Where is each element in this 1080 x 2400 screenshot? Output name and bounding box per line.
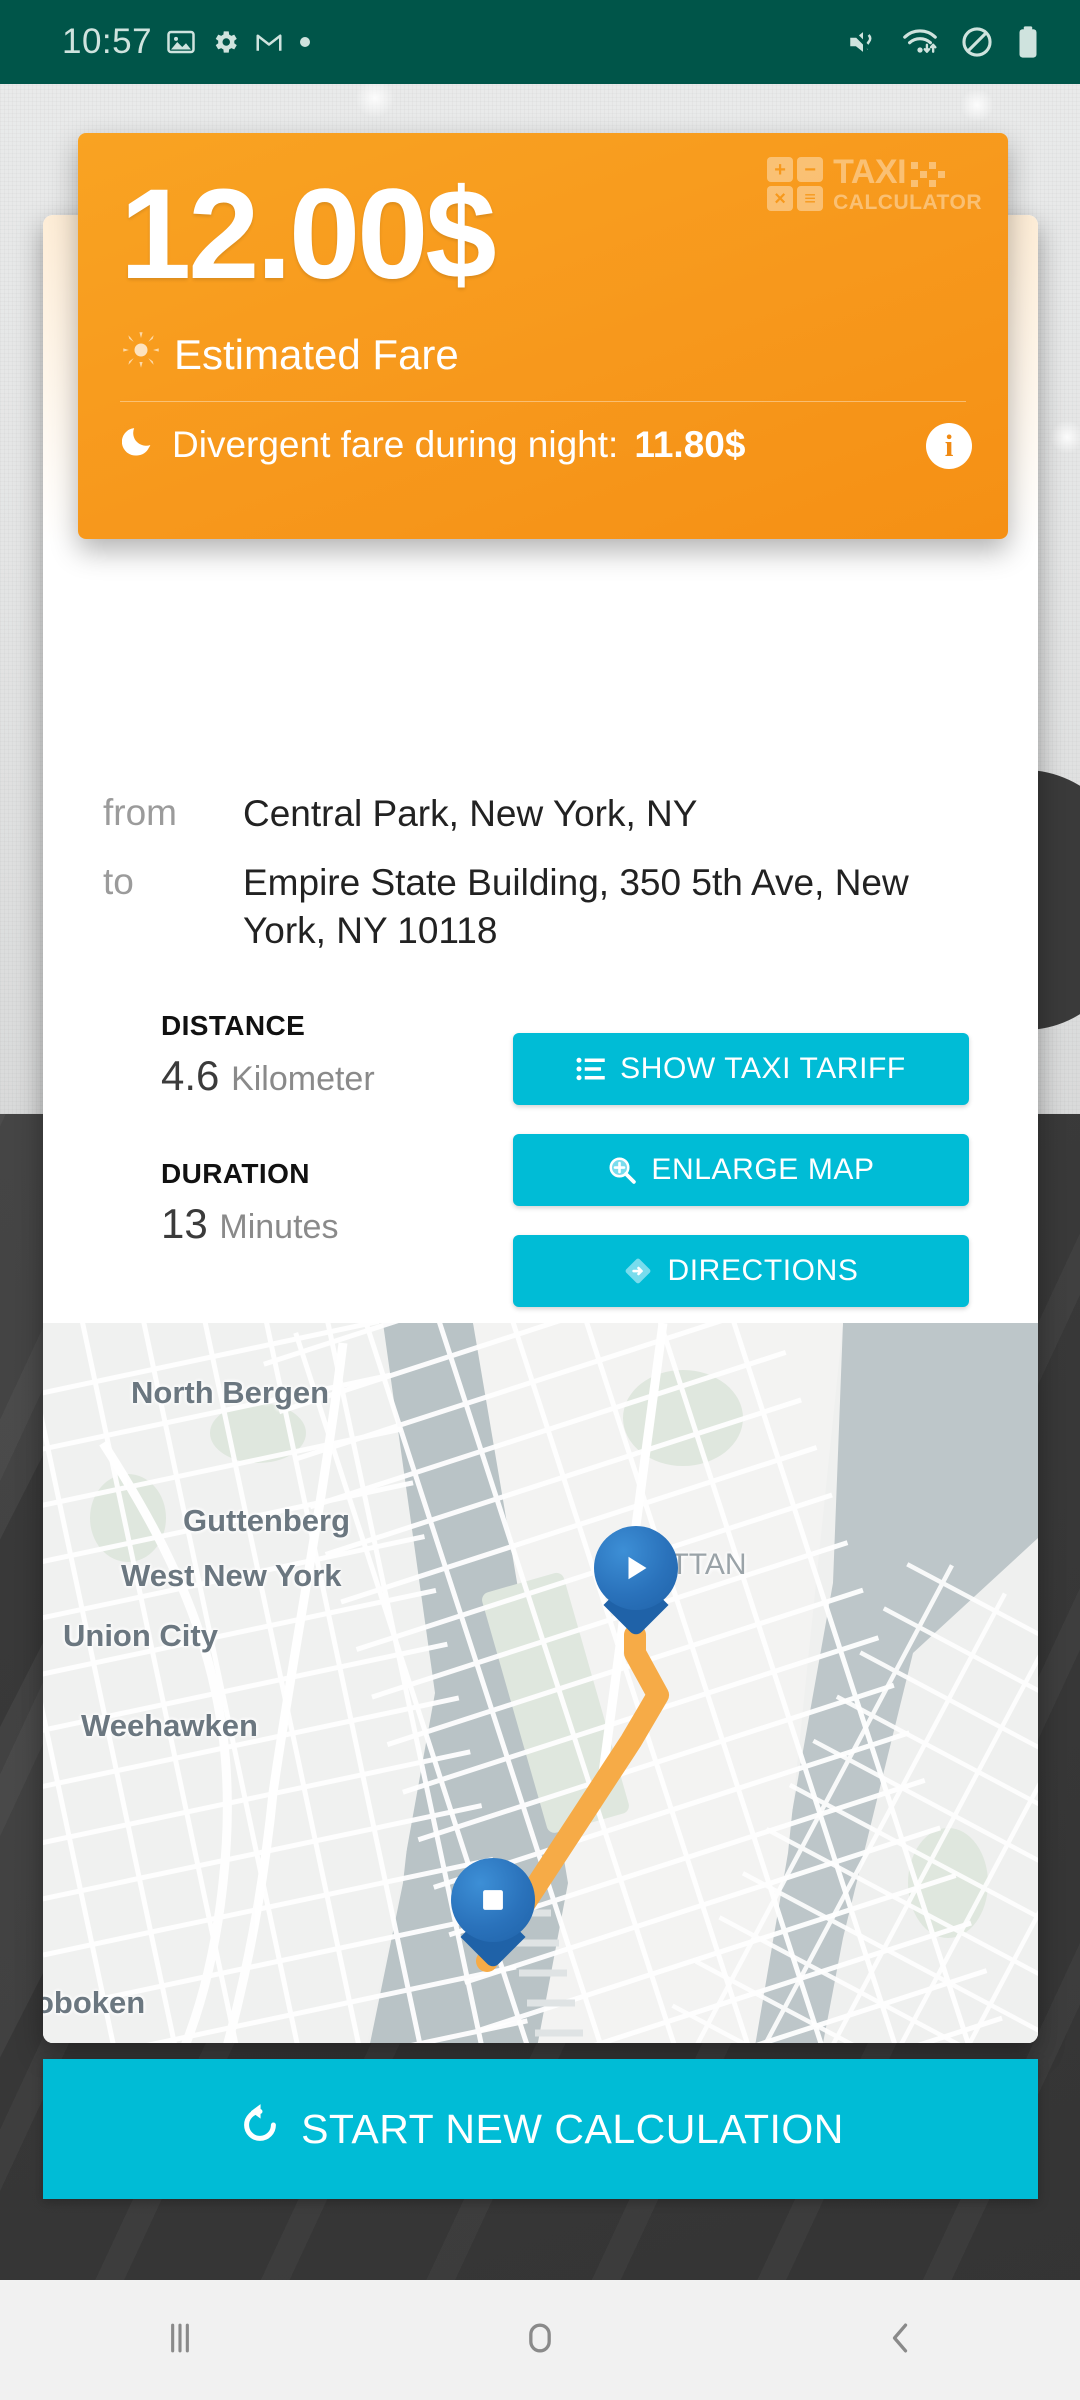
logo-line-1-row: TAXI xyxy=(833,155,982,189)
recents-icon xyxy=(158,2316,202,2365)
map-label: Union City xyxy=(63,1618,218,1653)
distance-value-row: 4.6 Kilometer xyxy=(161,1052,561,1100)
battery-icon xyxy=(1016,25,1040,59)
status-bar: 10:57 xyxy=(0,0,1080,84)
map-label: North Bergen xyxy=(131,1375,330,1410)
status-bar-left: 10:57 xyxy=(62,22,312,62)
logo-wordmark: TAXI CALCULATOR xyxy=(833,155,982,213)
logo-key: × xyxy=(767,186,794,211)
play-marker-icon xyxy=(594,1526,678,1610)
night-fare-amount: 11.80$ xyxy=(634,423,746,465)
android-nav-bar xyxy=(0,2280,1080,2400)
action-button-column: SHOW TAXI TARIFF ENLARGE MAP DIRECTIONS xyxy=(513,1033,969,1336)
fare-amount: 12.00$ xyxy=(120,163,496,306)
from-label: from xyxy=(103,792,177,833)
do-not-disturb-icon xyxy=(960,25,994,59)
start-marker[interactable] xyxy=(594,1526,678,1638)
logo-key: ≡ xyxy=(797,186,824,211)
sun-icon xyxy=(122,331,160,379)
list-icon xyxy=(576,1056,606,1082)
end-marker[interactable] xyxy=(451,1858,535,1970)
estimated-fare-row: Estimated Fare xyxy=(122,331,459,379)
checker-pattern-icon xyxy=(911,162,946,187)
route-map[interactable]: North Bergen Guttenberg West New York Un… xyxy=(43,1323,1038,2043)
dot-icon xyxy=(298,35,312,49)
restart-icon xyxy=(237,2101,283,2157)
start-new-calculation-button[interactable]: START NEW CALCULATION xyxy=(43,2059,1038,2199)
wifi-icon xyxy=(902,25,938,59)
show-taxi-tariff-label: SHOW TAXI TARIFF xyxy=(620,1052,906,1085)
map-label: West New York xyxy=(121,1558,342,1593)
sparkle-icon xyxy=(1050,420,1080,454)
home-button[interactable] xyxy=(360,2316,720,2365)
night-fare-text: Divergent fare during night: xyxy=(172,423,619,465)
calculator-keys-icon: + − × ≡ xyxy=(767,157,824,211)
moon-icon xyxy=(121,423,156,466)
from-value: Central Park, New York, NY xyxy=(243,793,698,834)
info-icon[interactable]: i xyxy=(926,423,972,469)
settings-gear-icon xyxy=(210,27,240,57)
start-new-calculation-label: START NEW CALCULATION xyxy=(301,2105,844,2152)
route-row-from: from Central Park, New York, NY xyxy=(103,790,978,837)
info-glyph: i xyxy=(944,428,954,463)
night-fare-row: Divergent fare during night: 11.80$ xyxy=(121,423,968,466)
vibrate-mute-icon xyxy=(846,25,880,59)
logo-line-1: TAXI xyxy=(833,153,907,191)
enlarge-map-button[interactable]: ENLARGE MAP xyxy=(513,1134,969,1206)
sparkle-icon xyxy=(960,88,994,122)
map-label: oboken xyxy=(43,1985,146,2020)
distance-value: 4.6 xyxy=(161,1052,220,1099)
app-logo: + − × ≡ TAXI CALCULATOR xyxy=(767,155,982,213)
duration-title: DURATION xyxy=(161,1158,310,1189)
photos-icon xyxy=(166,27,196,57)
directions-label: DIRECTIONS xyxy=(667,1254,859,1287)
route-polyline xyxy=(476,1624,669,1972)
stat-duration: DURATION 13 Minutes xyxy=(161,1158,561,1248)
back-icon xyxy=(878,2316,922,2365)
trip-stats: DISTANCE 4.6 Kilometer DURATION 13 Minut… xyxy=(161,1010,561,1248)
status-bar-clock: 10:57 xyxy=(62,22,153,61)
stop-marker-icon xyxy=(451,1858,535,1942)
sparkle-icon xyxy=(355,78,395,118)
route-row-to: to Empire State Building, 350 5th Ave, N… xyxy=(103,859,978,954)
to-label: to xyxy=(103,861,134,903)
status-bar-right xyxy=(846,25,1040,59)
enlarge-map-label: ENLARGE MAP xyxy=(651,1153,875,1186)
duration-value-row: 13 Minutes xyxy=(161,1200,561,1248)
map-label: Weehawken xyxy=(81,1708,258,1743)
home-icon xyxy=(518,2316,562,2365)
estimated-fare-label: Estimated Fare xyxy=(174,331,459,378)
distance-unit: Kilometer xyxy=(231,1060,375,1098)
zoom-in-icon xyxy=(607,1155,637,1185)
directions-button[interactable]: DIRECTIONS xyxy=(513,1235,969,1307)
directions-icon xyxy=(623,1256,653,1286)
back-button[interactable] xyxy=(720,2316,1080,2365)
fare-card: + − × ≡ TAXI CALCULATOR 12.00$ Estimated… xyxy=(78,133,1008,539)
logo-key: + xyxy=(767,157,794,182)
route-summary: from Central Park, New York, NY to Empir… xyxy=(43,790,1038,976)
logo-key: − xyxy=(797,157,824,182)
show-taxi-tariff-button[interactable]: SHOW TAXI TARIFF xyxy=(513,1033,969,1105)
stat-distance: DISTANCE 4.6 Kilometer xyxy=(161,1010,561,1100)
recents-button[interactable] xyxy=(0,2316,360,2365)
logo-line-2: CALCULATOR xyxy=(833,191,982,214)
gmail-icon xyxy=(254,27,284,57)
fare-card-divider xyxy=(120,401,966,402)
distance-title: DISTANCE xyxy=(161,1010,306,1041)
duration-unit: Minutes xyxy=(219,1208,339,1246)
map-label: Guttenberg xyxy=(183,1503,351,1538)
to-value: Empire State Building, 350 5th Ave, New … xyxy=(243,862,909,951)
duration-value: 13 xyxy=(161,1200,208,1247)
